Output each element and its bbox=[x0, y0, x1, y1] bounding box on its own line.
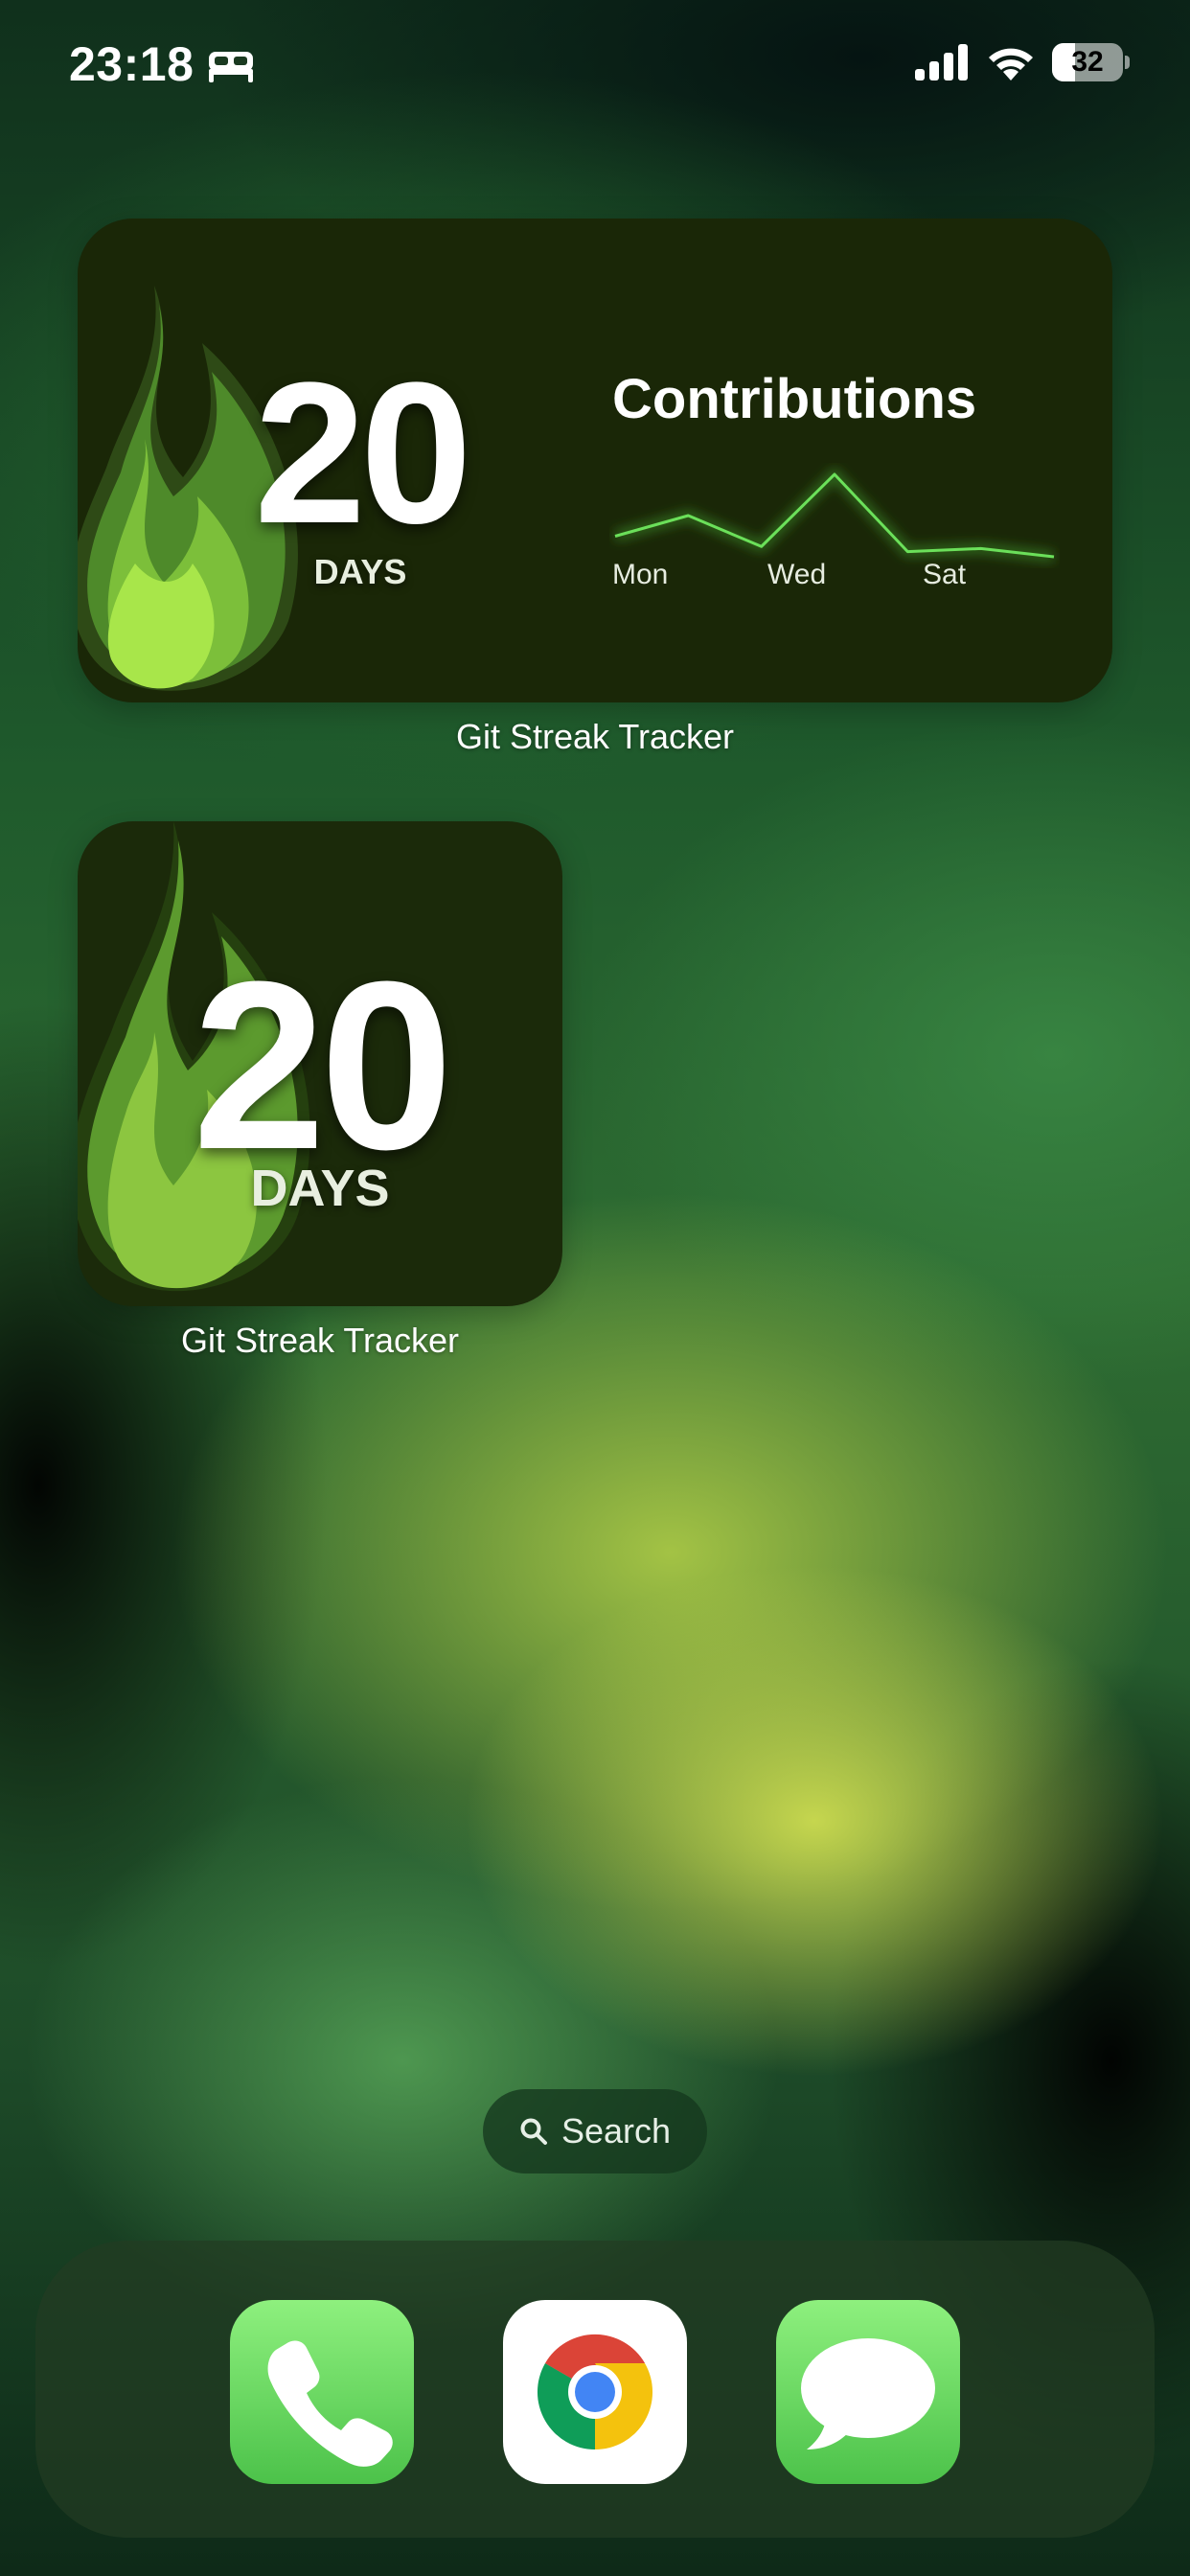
widget-small-caption: Git Streak Tracker bbox=[180, 1321, 460, 1360]
spotlight-search-button[interactable]: Search bbox=[483, 2089, 707, 2174]
contributions-line-chart bbox=[613, 467, 1055, 562]
chrome-icon bbox=[537, 2334, 653, 2450]
wifi-icon bbox=[989, 48, 1033, 80]
battery-body: 32 bbox=[1052, 43, 1123, 81]
chart-label-sat: Sat bbox=[923, 559, 967, 590]
chrome-app-icon[interactable] bbox=[503, 2300, 687, 2484]
streak-count: 20 bbox=[254, 340, 472, 565]
git-streak-widget-small[interactable]: 20 DAYS bbox=[78, 821, 562, 1306]
git-streak-widget-medium[interactable]: 20 DAYS Contributions Mon Wed Sat bbox=[78, 218, 1112, 702]
battery-cap bbox=[1125, 56, 1130, 69]
battery-percentage: 32 bbox=[1071, 46, 1104, 78]
cellular-signal-icon bbox=[915, 44, 968, 80]
messages-app-icon[interactable] bbox=[776, 2300, 960, 2484]
phone-icon bbox=[267, 2340, 393, 2467]
status-time: 23:18 bbox=[69, 37, 195, 91]
battery-indicator: 32 bbox=[1052, 43, 1130, 81]
magnifier-icon bbox=[520, 2118, 547, 2145]
streak-unit-label: DAYS bbox=[250, 1160, 390, 1217]
chart-line-glow bbox=[613, 467, 1055, 562]
messages-icon bbox=[801, 2338, 935, 2450]
streak-unit-label: DAYS bbox=[313, 552, 407, 591]
phone-app-icon[interactable] bbox=[230, 2300, 414, 2484]
widget-medium-caption: Git Streak Tracker bbox=[455, 717, 735, 756]
chart-label-mon: Mon bbox=[612, 559, 669, 590]
chart-label-wed: Wed bbox=[767, 559, 827, 590]
search-label: Search bbox=[561, 2111, 672, 2150]
streak-count: 20 bbox=[192, 932, 453, 1199]
bed-icon bbox=[209, 52, 253, 82]
status-bar: 23:18 32 bbox=[0, 0, 1190, 129]
contributions-chart-title: Contributions bbox=[612, 368, 977, 430]
